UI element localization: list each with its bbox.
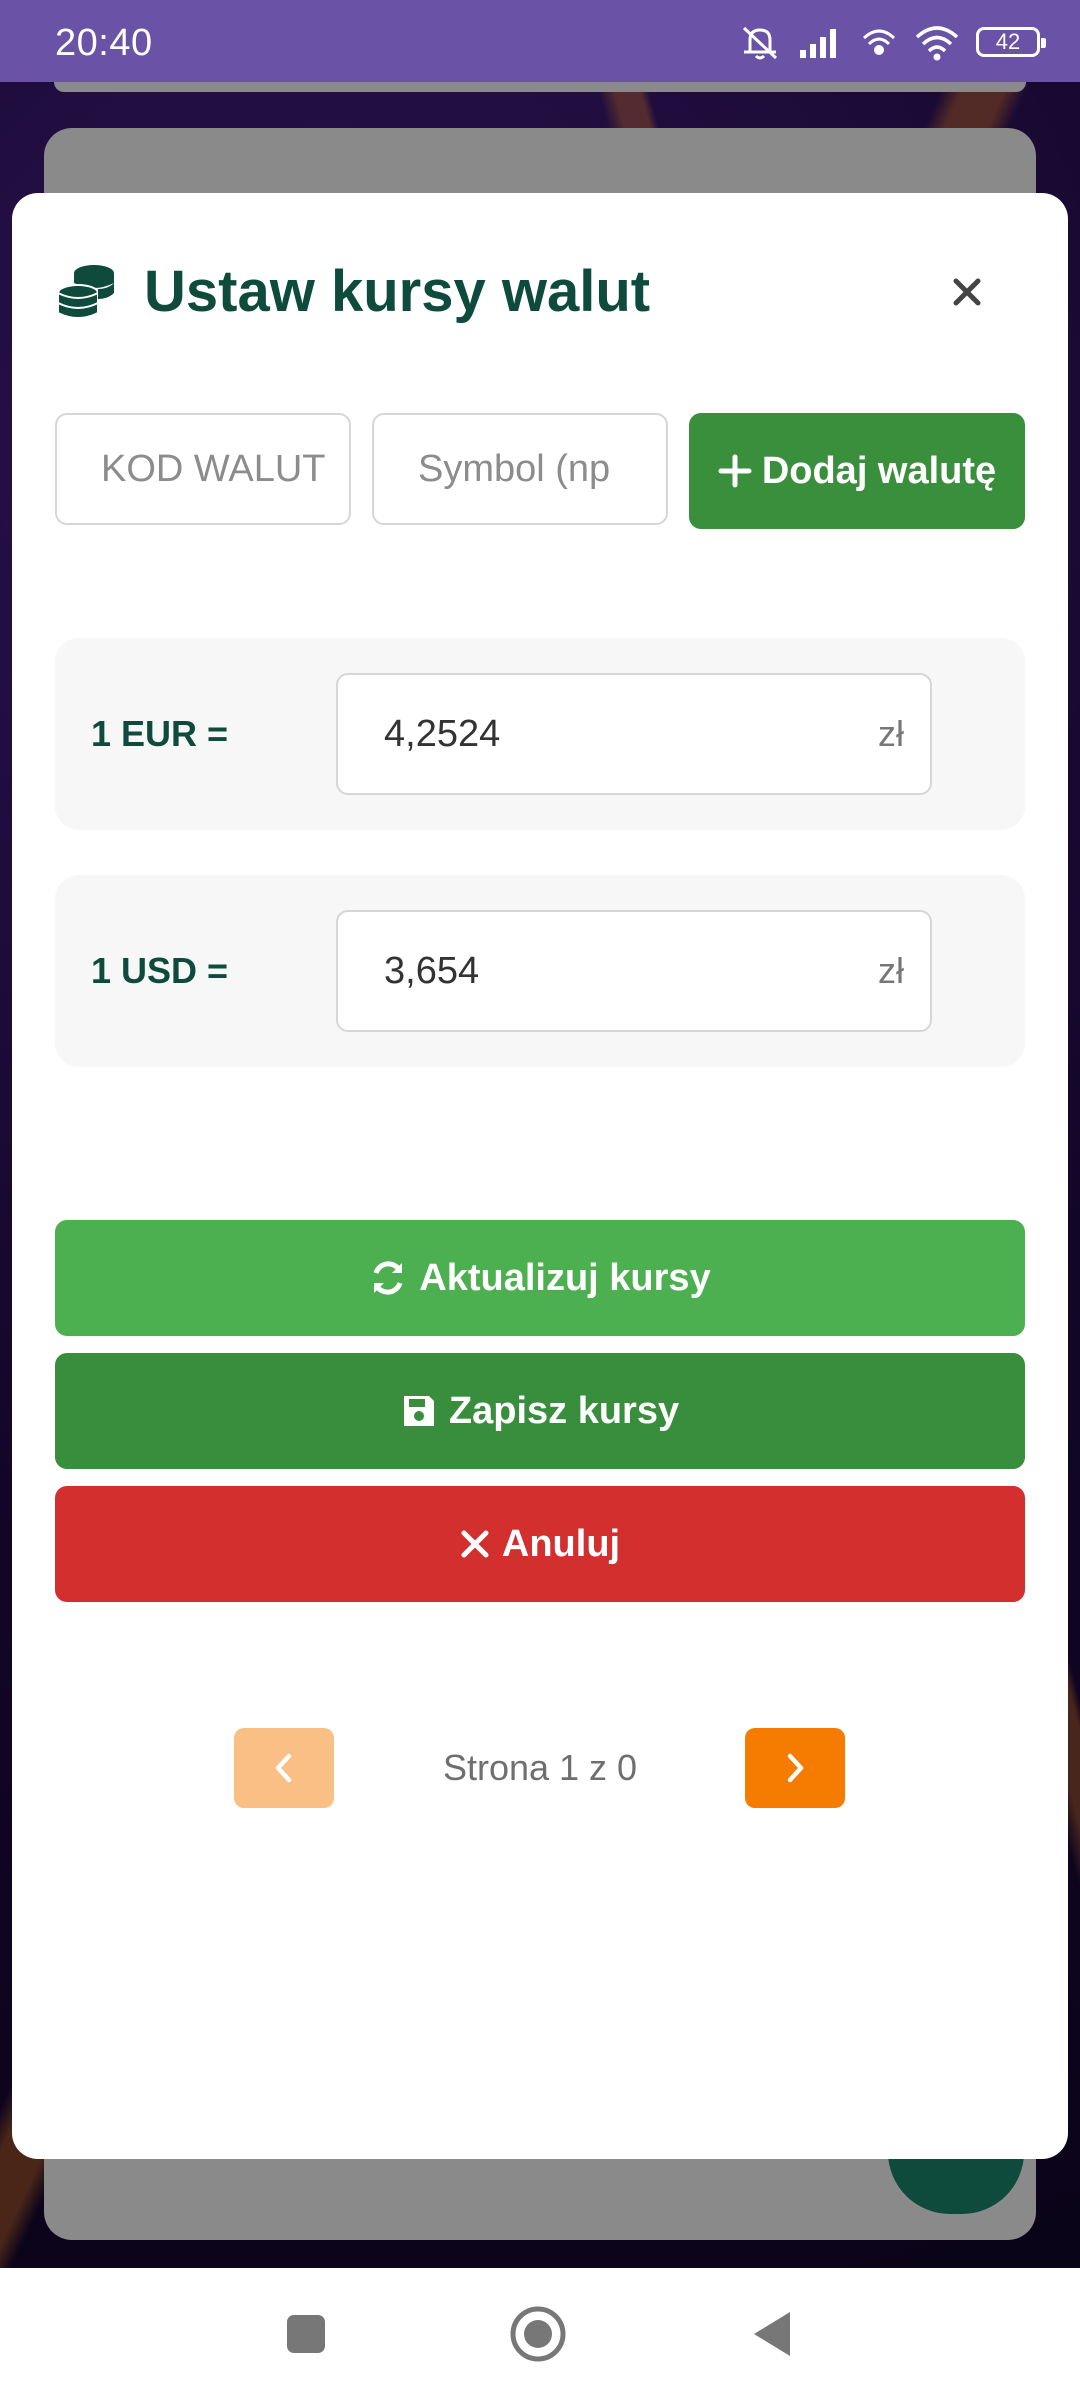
hotspot-icon	[862, 29, 896, 55]
dialog-title: Ustaw kursy walut	[144, 258, 651, 324]
rate-label: 1 USD =	[91, 950, 229, 991]
back-triangle-icon	[754, 2312, 790, 2356]
rate-value: 4,2524	[384, 712, 501, 755]
square-icon	[287, 2315, 325, 2353]
rate-unit: zł	[878, 713, 904, 754]
back-button[interactable]	[740, 2302, 804, 2366]
page-indicator: Strona 1 z 0	[442, 1747, 638, 1788]
save-rates-button[interactable]: Zapisz kursy	[55, 1353, 1025, 1469]
rate-input-eur[interactable]: 4,2524 zł	[336, 673, 932, 795]
rate-label: 1 EUR =	[91, 713, 229, 754]
add-currency-row: KOD WALUT Symbol (np Dodaj walutę	[55, 413, 1025, 529]
refresh-rates-label: Aktualizuj kursy	[419, 1256, 711, 1299]
refresh-icon	[373, 1261, 403, 1295]
cancel-button[interactable]: Anuluj	[55, 1486, 1025, 1602]
add-currency-label: Dodaj walutę	[761, 449, 997, 492]
rate-row-eur: 1 EUR = 4,2524 zł	[55, 638, 1025, 830]
mute-icon	[742, 26, 778, 60]
previous-page-button[interactable]	[234, 1728, 334, 1808]
signal-icon	[800, 29, 836, 58]
coins-icon	[57, 265, 114, 319]
home-button[interactable]	[506, 2302, 570, 2366]
system-navigation-bar	[0, 2268, 1080, 2400]
status-icons: 42	[738, 22, 1046, 62]
chevron-right-icon	[787, 1753, 804, 1783]
rate-value: 3,654	[384, 949, 480, 992]
refresh-rates-button[interactable]: Aktualizuj kursy	[55, 1220, 1025, 1336]
currency-rates-dialog: Ustaw kursy walut KOD WALUT Symbol (np D…	[12, 193, 1068, 2159]
cancel-label: Anuluj	[501, 1522, 621, 1565]
wifi-icon	[915, 26, 959, 61]
close-icon	[461, 1530, 489, 1558]
chevron-left-icon	[275, 1753, 292, 1783]
save-rates-label: Zapisz kursy	[448, 1389, 680, 1432]
plus-icon	[718, 454, 752, 488]
rate-input-usd[interactable]: 3,654 zł	[336, 910, 932, 1032]
close-icon[interactable]	[942, 267, 992, 317]
currency-code-input[interactable]: KOD WALUT	[55, 413, 351, 525]
pagination: Strona 1 z 0	[12, 1728, 1068, 1808]
status-time: 20:40	[55, 22, 153, 64]
background-sheet-top	[54, 82, 1026, 92]
add-currency-button[interactable]: Dodaj walutę	[689, 413, 1025, 529]
currency-symbol-input[interactable]: Symbol (np	[372, 413, 668, 525]
next-page-button[interactable]	[745, 1728, 845, 1808]
recent-apps-button[interactable]	[274, 2302, 338, 2366]
save-icon	[403, 1396, 434, 1426]
home-circle-icon	[510, 2306, 566, 2362]
dialog-header: Ustaw kursy walut	[54, 251, 650, 331]
status-bar: 20:40 42	[0, 0, 1080, 82]
battery-icon: 42	[976, 27, 1046, 57]
rate-unit: zł	[878, 950, 904, 991]
battery-level: 42	[995, 29, 1021, 54]
rate-row-usd: 1 USD = 3,654 zł	[55, 875, 1025, 1067]
